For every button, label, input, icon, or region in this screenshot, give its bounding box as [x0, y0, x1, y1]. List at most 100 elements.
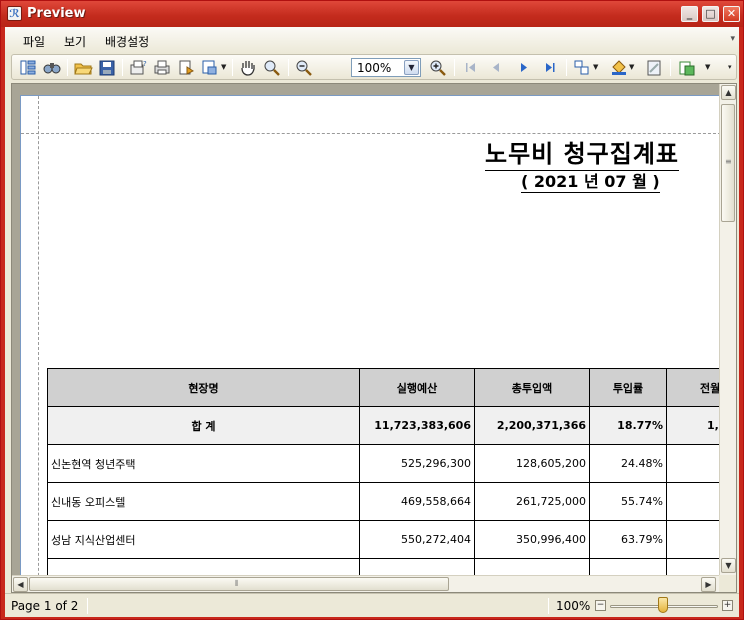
close-button[interactable]: ✕	[723, 6, 740, 22]
report-table: 현장명 실행예산 총투입액 투입률 전월 합 계 11,723,383,606 …	[47, 368, 736, 592]
menu-view[interactable]: 보기	[64, 33, 86, 50]
print-button[interactable]	[152, 58, 172, 77]
column-header: 실행예산	[359, 368, 475, 407]
table-cell: 2,200,371,366	[474, 406, 590, 445]
magnifier-button[interactable]	[262, 58, 282, 77]
zoom-in-icon	[430, 60, 446, 76]
last-page-icon	[546, 63, 555, 72]
watermark-button[interactable]	[644, 58, 664, 77]
vertical-scroll-thumb[interactable]: ≡	[721, 104, 735, 222]
last-page-button[interactable]	[540, 58, 560, 77]
color-button[interactable]	[609, 58, 629, 77]
report-title: 노무비 청구집계표	[485, 134, 679, 171]
table-cell: 18.77%	[589, 406, 667, 445]
title-bar[interactable]: ℛ Preview _ □ ✕	[1, 1, 743, 27]
next-page-button[interactable]	[514, 58, 534, 77]
maximize-button[interactable]: □	[702, 6, 719, 22]
table-cell: 24.48%	[589, 444, 667, 483]
menu-overflow-icon[interactable]: ▾	[730, 34, 735, 44]
export-button[interactable]	[200, 58, 220, 77]
scroll-left-button[interactable]: ◀	[13, 577, 28, 592]
table-cell: 11,723,383,606	[359, 406, 475, 445]
page-indicator: Page 1 of 2	[11, 599, 79, 613]
zoom-combo-value: 100%	[357, 61, 392, 75]
page-setup-icon: ?	[130, 60, 147, 75]
window-title: Preview	[27, 6, 86, 21]
page-setup-button[interactable]: ?	[128, 58, 148, 77]
horizontal-scroll-thumb[interactable]: ⦀	[29, 577, 449, 591]
column-header: 총투입액	[474, 368, 590, 407]
zoom-in-small-button[interactable]: +	[722, 600, 733, 611]
toolbar: ? ▼ 100% ▼ ▼ ▼ ▼ ▾	[11, 54, 737, 80]
zoom-level-label: 100%	[556, 599, 591, 613]
status-bar: Page 1 of 2 100% − +	[5, 593, 739, 617]
left-margin-guide	[38, 96, 39, 592]
quick-print-icon	[179, 60, 194, 75]
scroll-corner	[719, 575, 736, 592]
preview-window: ℛ Preview _ □ ✕ 파일 보기 배경설정 ▾ ? ▼ 100% ▼ …	[0, 0, 744, 620]
zoom-combo[interactable]: 100% ▼	[351, 58, 421, 77]
print-icon	[154, 60, 170, 75]
menu-file[interactable]: 파일	[23, 33, 45, 50]
find-button[interactable]	[42, 58, 62, 77]
maximize-icon: □	[705, 7, 716, 20]
color-dropdown-icon[interactable]: ▼	[629, 63, 634, 71]
table-cell: 550,272,404	[359, 520, 475, 559]
minimize-icon: _	[686, 7, 693, 20]
table-cell: 350,996,400	[474, 520, 590, 559]
plus-icon: +	[723, 600, 732, 610]
vertical-scrollbar[interactable]: ▲ ≡ ▼	[719, 84, 736, 575]
horizontal-scrollbar[interactable]: ◀ ⦀ ▶	[12, 575, 719, 592]
first-page-button[interactable]	[461, 58, 481, 77]
minimize-button[interactable]: _	[681, 6, 698, 22]
export-dropdown-icon[interactable]: ▼	[221, 63, 226, 71]
menu-bar: 파일 보기 배경설정 ▾	[5, 27, 739, 53]
first-page-icon	[466, 63, 475, 72]
zoom-slider-thumb[interactable]	[658, 597, 668, 613]
scroll-down-button[interactable]: ▼	[721, 558, 736, 573]
quick-print-button[interactable]	[176, 58, 196, 77]
save-button[interactable]	[97, 58, 117, 77]
exit-button[interactable]	[677, 58, 697, 77]
table-cell: 525,296,300	[359, 444, 475, 483]
scroll-up-button[interactable]: ▲	[721, 85, 736, 100]
window-client: 파일 보기 배경설정 ▾ ? ▼ 100% ▼ ▼ ▼ ▼ ▾ 노무비 청구집계…	[5, 27, 739, 617]
zoom-out-small-button[interactable]: −	[595, 600, 606, 611]
color-icon	[612, 60, 626, 75]
hand-tool-button[interactable]	[238, 58, 258, 77]
table-cell: 128,605,200	[474, 444, 590, 483]
table-cell: 261,725,000	[474, 482, 590, 521]
export-icon	[202, 60, 217, 75]
chevron-left-icon: ◀	[17, 580, 24, 589]
preview-viewport[interactable]: 노무비 청구집계표 ( 2021 년 07 월 ) 현장명 실행예산 총투입액 …	[11, 83, 737, 593]
exit-dropdown-icon[interactable]: ▼	[705, 63, 710, 71]
zoom-out-button[interactable]	[294, 58, 314, 77]
chevron-right-icon: ▶	[705, 580, 712, 589]
exit-icon	[679, 61, 695, 76]
thumbnails-button[interactable]	[18, 58, 38, 77]
svg-text:?: ?	[143, 60, 147, 68]
multiple-pages-dropdown-icon[interactable]: ▼	[593, 63, 598, 71]
table-cell: 성남 지식산업센터	[47, 520, 360, 559]
multiple-pages-icon	[574, 60, 589, 75]
column-header: 현장명	[47, 368, 360, 407]
scroll-right-button[interactable]: ▶	[701, 577, 716, 592]
previous-page-button[interactable]	[486, 58, 506, 77]
table-cell: 469,558,664	[359, 482, 475, 521]
open-button[interactable]	[73, 58, 93, 77]
table-cell: 55.74%	[589, 482, 667, 521]
menu-background-settings[interactable]: 배경설정	[105, 33, 149, 50]
chevron-down-icon[interactable]: ▼	[404, 60, 419, 75]
zoom-in-button[interactable]	[428, 58, 448, 77]
find-icon	[43, 63, 61, 74]
table-cell: 63.79%	[589, 520, 667, 559]
table-header-row: 현장명 실행예산 총투입액 투입률 전월	[47, 368, 736, 407]
minus-icon: −	[596, 600, 605, 610]
hand-tool-icon	[241, 61, 255, 76]
toolbar-overflow-icon[interactable]: ▾	[728, 63, 732, 71]
report-subtitle: ( 2021 년 07 월 )	[521, 168, 660, 193]
chevron-up-icon: ▲	[725, 88, 732, 97]
total-label: 합 계	[47, 406, 360, 445]
multiple-pages-button[interactable]	[572, 58, 592, 77]
report-page: 노무비 청구집계표 ( 2021 년 07 월 ) 현장명 실행예산 총투입액 …	[20, 95, 736, 592]
